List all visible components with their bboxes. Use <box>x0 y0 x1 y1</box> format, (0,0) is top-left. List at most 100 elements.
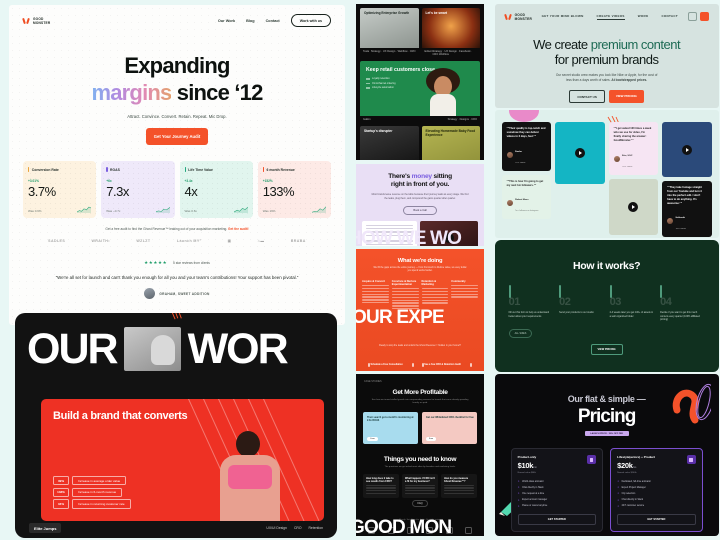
nav-links: Our Work Blog Contact Work with us <box>218 14 331 27</box>
play-icon[interactable] <box>628 201 639 212</box>
testimonial-card[interactable]: “Their quality is top-notch and somehow … <box>501 122 552 171</box>
testimonial-name: Dasha <box>515 150 522 153</box>
portfolio-card-gaia[interactable]: Elevating Homemade Baby Food Experience … <box>421 126 481 160</box>
doing-footer-item[interactable]: Schedule a Free Consultation <box>368 357 403 368</box>
work-with-us-button[interactable]: Work with us <box>290 14 331 27</box>
audit-note-link[interactable]: Get the audit! <box>228 227 249 231</box>
testimonial-card[interactable]: “This is how I'm going to get my next 1m… <box>501 174 552 220</box>
how-it-works-section: How it works? 01 Fill out this form to h… <box>494 240 719 372</box>
premium-headline-line2: for premium brands <box>554 52 659 67</box>
work-card-photo <box>210 429 296 521</box>
sparkline-icon <box>312 206 326 213</box>
logo[interactable]: GOOD MONSTER <box>505 13 532 21</box>
overlay-text-how-we-work: HOW WE WO <box>356 228 462 246</box>
premium-headline-pre: We create <box>533 37 591 52</box>
view-pricing-button[interactable]: VIEW PRICING <box>608 90 644 104</box>
testimonial-photo-baby[interactable] <box>555 122 605 184</box>
portfolio-grid-section: Optimizing Enterprise Growth Tesla Strat… <box>356 4 485 160</box>
feature: World-class animator <box>518 480 597 483</box>
nav-item-contact[interactable]: CONTACT <box>661 14 678 20</box>
testimonial-card[interactable]: “They take footage straight from our You… <box>662 181 712 238</box>
testimonial-role: 100+ videos <box>622 165 633 168</box>
doing-footer-item[interactable] <box>411 357 414 368</box>
pricing-card-name: Product-only <box>517 455 537 459</box>
know-card[interactable]: How do you measure Ghost Revenue™? <box>441 473 478 499</box>
hero-headline-line1: Expanding <box>124 53 230 78</box>
pricing-card-lifestyle-product[interactable]: Lifestyle(actors) + Product $20k/mo Norm… <box>610 448 703 532</box>
avatar <box>506 151 513 158</box>
work-stat-text: Increase in 6-month revenue <box>72 487 123 497</box>
portfolio-wide-photo <box>422 68 464 116</box>
accent-bar-icon <box>28 167 30 172</box>
testimonial-quote: “This is how I'm going to get my next 1m… <box>506 179 544 187</box>
logo[interactable]: GOOD MONSTER <box>23 17 50 25</box>
portfolio-thumb-wide: Keep retail customers close Loyalty rete… <box>360 61 481 116</box>
client-logo: SADLES <box>48 239 66 243</box>
stat-footer: Was 0.6% <box>28 206 92 213</box>
hero-headline-line2: margins since ‘12 <box>9 80 345 106</box>
testimonial-name: Erin, UGC <box>622 154 633 157</box>
play-icon[interactable] <box>574 148 585 158</box>
price-amount: $20k <box>617 461 633 470</box>
play-icon[interactable] <box>681 144 692 155</box>
nav-item-contact[interactable]: Contact <box>266 19 280 23</box>
step-04: 04 Decide if you want to get this much c… <box>660 285 705 322</box>
portfolio-card-gallon[interactable]: Keep retail customers close Loyalty rete… <box>360 61 481 123</box>
profitable-card-1[interactable]: Their search got a month's monitoring at… <box>363 411 419 444</box>
bullet-dash-icon <box>366 82 371 85</box>
profitable-card-2[interactable]: Get our Whitelisted CRO checklist for fr… <box>422 411 478 444</box>
nav-item-our-work[interactable]: Our Work <box>218 19 235 23</box>
hero-subheadline: Attract. Convince. Convert. Retain. Repe… <box>127 114 227 119</box>
portfolio-card-tesla[interactable]: Optimizing Enterprise Growth Tesla Strat… <box>360 8 419 58</box>
testimonial-author-name: GRAHAM, SWEET ADDITION <box>159 291 210 296</box>
price-period: /mo <box>533 466 537 469</box>
doing-footer-item[interactable] <box>469 357 472 368</box>
cta-icon-button[interactable] <box>699 12 709 21</box>
stat-was: Was ~0.7x <box>106 209 121 213</box>
portfolio-card-edison[interactable]: Let's be smart Edison Strategy · UX Desi… <box>421 8 481 58</box>
how-it-works-view-pricing-button[interactable]: VIEW PRICING <box>590 344 623 356</box>
doing-column-title: Retention & Marketing <box>421 279 437 286</box>
logo-line2: MONSTER <box>33 20 51 25</box>
testimonial-card[interactable]: “I get asked 100 times a week who we use… <box>608 122 659 175</box>
nav-item-blog[interactable]: Blog <box>246 19 254 23</box>
get-started-button[interactable]: GET STARTED <box>517 513 597 525</box>
work-card-stats: 39% Increase in average order value 133%… <box>53 475 131 511</box>
nav-item-create-videos[interactable]: CREATE VIDEOS <box>596 14 625 20</box>
our-work-word-1: OUR <box>27 324 119 373</box>
doing-footer-item[interactable]: See a free CRO & Retention Audit <box>422 357 461 368</box>
logo-text: GOOD MONSTER <box>515 13 532 21</box>
testimonial-photo-phone[interactable] <box>608 178 659 235</box>
book-a-call-button[interactable]: Book a Call <box>403 205 438 215</box>
know-card[interactable]: What happens if CRO isn't a fit for my b… <box>402 473 439 499</box>
faq-badge[interactable]: FAQ <box>412 500 429 508</box>
avatar <box>144 288 156 300</box>
pricing-section: Our flat & simple — Pricing LAUNCH PRICE… <box>494 374 719 536</box>
profitable-card-pill: Free <box>426 436 437 441</box>
stats-row: Conversion Rate +3.01% 3.7% Was 0.6% ROA… <box>9 161 345 218</box>
menu-icon[interactable] <box>687 12 697 21</box>
headline-rest: since ‘12 <box>171 80 264 105</box>
testimonial-quote: “Their quality is top-notch and somehow … <box>506 127 546 138</box>
portfolio-card-dark-matter[interactable]: Startup's disrupter Dark Matter Strategy… <box>360 126 419 160</box>
contact-us-button[interactable]: CONTACT US <box>569 90 605 104</box>
stat-card-roas: ROAS +6x 7.3x Was ~0.7x <box>101 161 175 218</box>
work-case-card-elite-jumps[interactable]: Build a brand that converts 39% Increase… <box>41 399 324 521</box>
testimonial-user: Robert Mann 7m+ followers on Instagram <box>506 192 547 214</box>
nav-item-work[interactable]: WORK <box>638 14 649 20</box>
get-started-button[interactable]: GET STARTED <box>617 513 696 525</box>
testimonial-photo-hands[interactable] <box>662 122 712 177</box>
package-icon <box>686 455 696 464</box>
portfolio-thumb: Let's be smart <box>421 8 481 48</box>
premium-nav-buttons <box>687 12 709 21</box>
know-card[interactable]: How long does it take to see results fro… <box>363 473 400 499</box>
testimonial-role: 100+ videos <box>675 228 686 231</box>
our-work-word-2: WOR <box>187 324 289 373</box>
portfolio-services: Strategy · Designs · CRO <box>447 118 478 121</box>
get-your-journey-audit-button[interactable]: Get Your Journey Audit <box>146 128 208 145</box>
nav-item-get-your-mind-blown[interactable]: GET YOUR MIND BLOWN <box>542 14 584 20</box>
client-logo: WRAITH• <box>91 239 110 243</box>
work-stat-row: 39% Increase in average order value <box>53 475 131 486</box>
client-logo: BRABA <box>290 239 306 243</box>
pricing-card-product-only[interactable]: Product-only $10k/mo Normal value $80k W… <box>510 448 604 532</box>
